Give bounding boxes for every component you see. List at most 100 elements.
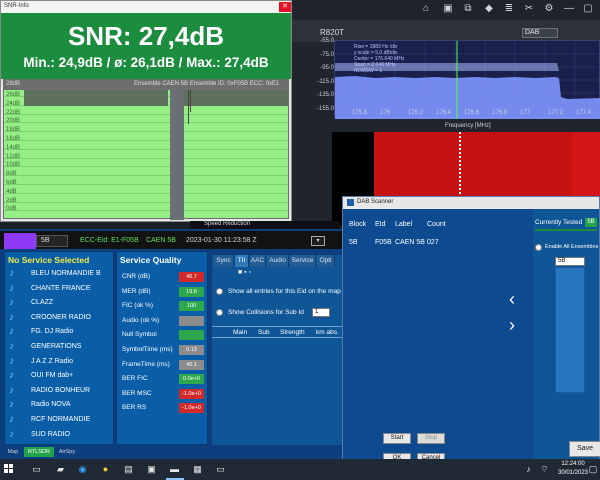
- tab-audio[interactable]: Audio: [267, 255, 289, 267]
- task-view-icon[interactable]: ▭: [30, 463, 43, 476]
- settings-icon[interactable]: ⚙: [543, 3, 555, 15]
- tab-rtlsdr[interactable]: RTLSDR: [24, 447, 54, 457]
- music-note-icon: ♪: [9, 384, 14, 396]
- save-button[interactable]: Save: [569, 441, 600, 457]
- service-label: Radio NOVA: [31, 401, 71, 409]
- signal-indicator: [4, 233, 36, 249]
- network-icon[interactable]: ⌔: [538, 463, 551, 476]
- enable-all-radio[interactable]: [535, 244, 542, 251]
- stop-button[interactable]: Stop: [417, 433, 445, 444]
- tab-service[interactable]: Service: [290, 255, 316, 267]
- channel-select[interactable]: 5B: [36, 235, 68, 247]
- close-icon[interactable]: ✕: [279, 2, 291, 12]
- spectrum-window: ⌂ ▣ ⧉ ◆ ≣ ✂ ⚙ — ▢ R820T DAB -55.0 -75.0 -9…: [290, 0, 600, 226]
- service-item[interactable]: ♪ CHANTE FRANCE: [9, 283, 113, 296]
- show-all-entries-option[interactable]: Show all entries for this Eid on the map: [216, 287, 344, 297]
- start-button[interactable]: Start: [383, 433, 411, 444]
- service-item[interactable]: ♪ RCF NORMANDIE: [9, 414, 113, 427]
- quality-value: 100: [179, 301, 204, 312]
- scanner-icon[interactable]: ▭: [214, 463, 227, 476]
- home-icon[interactable]: ⌂: [420, 3, 432, 15]
- clock-time[interactable]: 12:24:00: [556, 461, 590, 467]
- save-icon[interactable]: ▣: [442, 3, 454, 15]
- folder-icon[interactable]: ▰: [54, 463, 67, 476]
- edge-icon[interactable]: ◉: [76, 463, 89, 476]
- dab-scanner-window: DAB Scanner Block EId Label Count 5B F05…: [342, 196, 600, 464]
- tab-opti[interactable]: Opti: [317, 255, 335, 267]
- maximize-icon[interactable]: ▢: [582, 3, 594, 15]
- col-km-abs[interactable]: km abs.: [316, 329, 339, 336]
- service-item[interactable]: ♪ BLEU NORMANDIE B: [9, 268, 113, 281]
- show-collisions-radio[interactable]: [216, 309, 223, 316]
- app-icon[interactable]: ▤: [122, 463, 135, 476]
- dab-app-icon[interactable]: ▬: [168, 463, 181, 476]
- service-item[interactable]: ♪ GENERATIONS: [9, 341, 113, 354]
- service-item[interactable]: ♪ CROONER RADIO: [9, 312, 113, 325]
- scissors-icon[interactable]: ✂: [523, 3, 535, 15]
- col-sub[interactable]: Sub: [258, 329, 270, 336]
- chevron-left-icon[interactable]: ‹: [509, 289, 515, 310]
- col-strength[interactable]: Strength: [280, 329, 305, 336]
- service-item[interactable]: ♪ RADIO BONHEUR: [9, 385, 113, 398]
- tab-map[interactable]: Map: [4, 447, 22, 457]
- show-collisions-option[interactable]: Show Collisions for Sub Id 1: [216, 308, 344, 318]
- dab-main-window: 5B ECC-Eid: E1-F05B CAEN 5B 2023-01-30 1…: [0, 229, 343, 459]
- chevron-right-icon[interactable]: ›: [509, 315, 515, 336]
- sdr-icon[interactable]: ▦: [191, 463, 204, 476]
- scanner-results: Block EId Label Count 5B F05B CAEN 5B 02…: [343, 209, 533, 464]
- tab-tii[interactable]: TII: [235, 255, 249, 267]
- service-item[interactable]: ♪ FG. DJ Radio: [9, 326, 113, 339]
- chevron-down-icon[interactable]: ▾: [311, 236, 325, 246]
- layers-icon[interactable]: ≣: [503, 3, 515, 15]
- terminal-icon[interactable]: ▣: [145, 463, 158, 476]
- music-note-icon: ♪: [9, 311, 14, 323]
- spectrum-y-axis: -55.0 -75.0 -95.0 -115.0 -135.0 -155.0: [304, 38, 334, 118]
- enable-all-ensembles-option[interactable]: Enable All Ensembles: [535, 243, 599, 253]
- notification-icon[interactable]: ▢: [588, 463, 598, 476]
- snr-graph: 28dB Ensemble CAEN 5B Ensemble ID: 0xF05…: [3, 79, 289, 220]
- music-note-icon: ♪: [9, 428, 14, 440]
- scanner-titlebar[interactable]: DAB Scanner: [343, 197, 599, 209]
- app-icon: [347, 199, 354, 206]
- col-eid: EId: [375, 221, 386, 228]
- speaker-icon[interactable]: ♪: [522, 463, 535, 476]
- clock-date[interactable]: 30/01/2023: [556, 470, 590, 476]
- tab-toolbar-icons[interactable]: ■ ▪ ▫: [238, 269, 278, 277]
- service-item[interactable]: ♪ SUD RADIO: [9, 429, 113, 442]
- service-label: CROONER RADIO: [31, 313, 91, 321]
- tab-aac[interactable]: AAC: [250, 255, 266, 267]
- quality-label: BER FIC: [122, 375, 148, 383]
- result-label[interactable]: CAEN 5B: [395, 239, 425, 246]
- tab-row: Sync TII AAC Audio Service Opti: [212, 255, 343, 267]
- x-tick-label: 176.4: [436, 110, 452, 116]
- music-note-icon: ♪: [9, 282, 14, 294]
- col-label: Label: [395, 221, 413, 228]
- sub-id-select[interactable]: 1: [312, 308, 330, 317]
- minimize-icon[interactable]: —: [563, 3, 575, 15]
- speed-reduction-label: Speed Reduction: [204, 221, 251, 227]
- tab-airspy[interactable]: AirSpy: [56, 447, 78, 457]
- currently-tested-label: Currently Tested: [535, 219, 583, 226]
- result-block[interactable]: 5B: [349, 239, 358, 246]
- ensemble-input[interactable]: 5B: [555, 257, 585, 266]
- ensemble-list[interactable]: [555, 267, 585, 393]
- service-item[interactable]: ♪ J A Z Z Radio: [9, 356, 113, 369]
- service-item[interactable]: ♪ CLAZZ: [9, 297, 113, 310]
- chrome-icon[interactable]: ●: [99, 463, 112, 476]
- service-label: BLEU NORMANDIE B: [31, 270, 101, 277]
- quality-value: [179, 315, 204, 326]
- col-main[interactable]: Main: [233, 329, 247, 336]
- tab-sync[interactable]: Sync: [214, 255, 234, 267]
- snr-titlebar[interactable]: SNR-Info ✕: [1, 1, 291, 13]
- cube-icon[interactable]: ◆: [483, 3, 495, 15]
- service-item[interactable]: ♪ Radio NOVA: [9, 399, 113, 412]
- result-count[interactable]: 027: [427, 239, 439, 246]
- quality-value: 0.0e+0: [179, 374, 204, 385]
- windows-start-icon[interactable]: [4, 464, 14, 474]
- mode-select[interactable]: DAB: [522, 28, 558, 38]
- result-eid[interactable]: F05B: [375, 239, 392, 246]
- copy-icon[interactable]: ⧉: [462, 3, 474, 15]
- no-service-title: No Service Selected: [8, 255, 90, 265]
- service-item[interactable]: ♪ OUI FM dab+: [9, 370, 113, 383]
- show-all-radio[interactable]: [216, 288, 223, 295]
